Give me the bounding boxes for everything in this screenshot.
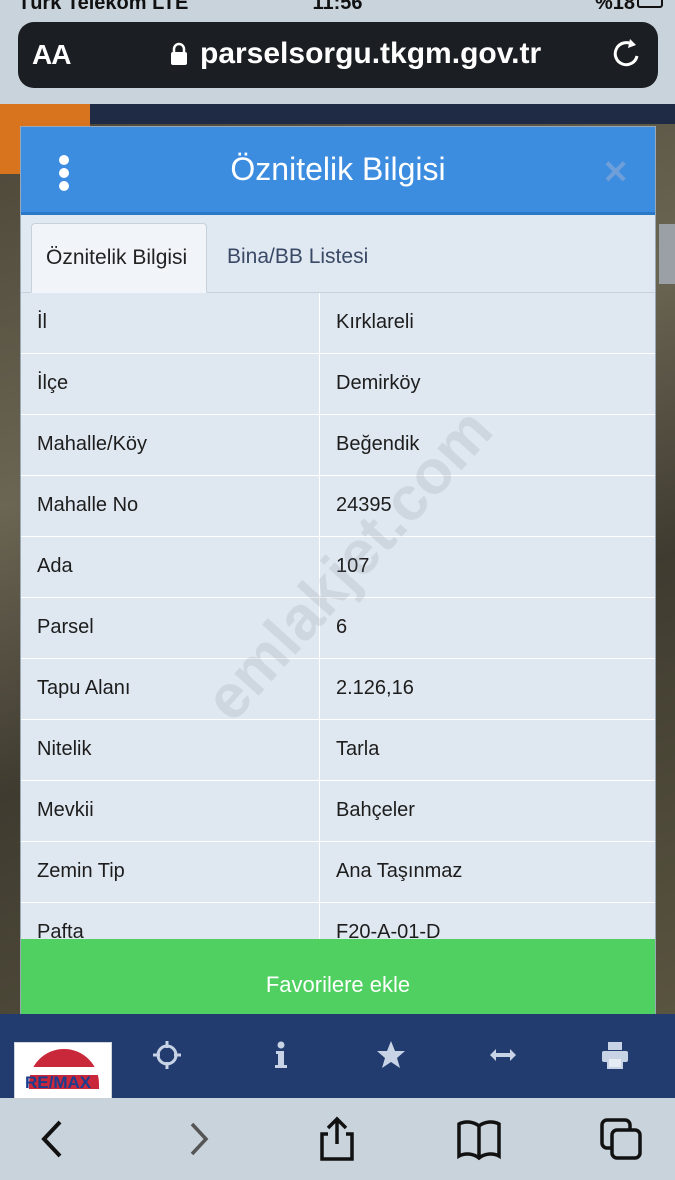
row-key: Mahalle/Köy [21,415,320,476]
table-row: Nitelik Tarla [21,720,655,781]
star-icon[interactable] [376,1040,406,1070]
clock: 11:56 [312,0,363,14]
row-value: 2.126,16 [336,677,414,699]
table-row: Zemin Tip Ana Taşınmaz [21,842,655,903]
tab-attribute-info[interactable]: Öznitelik Bilgisi [31,223,207,293]
modal-tabs: Öznitelik Bilgisi Bina/BB Listesi [21,215,655,293]
forward-icon[interactable] [176,1116,222,1162]
table-row: Tapu Alanı 2.126,16 [21,659,655,720]
row-value: Kırklareli [336,311,414,333]
browser-toolbar [0,1098,675,1180]
row-key: Nitelik [21,720,320,781]
battery-icon [637,0,663,8]
lock-icon [171,42,187,65]
attribute-modal: Öznitelik Bilgisi ✕ Öznitelik Bilgisi Bi… [20,126,656,1028]
table-row: Mahalle/Köy Beğendik [21,415,655,476]
status-bar: Türk Telekom LTE 11:56 %18 [0,0,675,18]
row-value: Bahçeler [336,799,415,821]
logo-text: RE/MAX [25,1073,92,1092]
row-value: 6 [336,616,348,638]
table-row: İlçe Demirköy [21,354,655,415]
row-value: Demirköy [336,372,421,394]
measure-icon[interactable] [488,1040,518,1070]
row-key: Mahalle No [21,476,320,537]
row-value: Ana Taşınmaz [336,860,463,882]
tabs-icon[interactable] [598,1116,644,1162]
back-icon[interactable] [30,1116,76,1162]
url-text[interactable]: parselsorgu.tkgm.gov.tr [200,37,541,71]
modal-title: Öznitelik Bilgisi [230,151,446,187]
reload-icon[interactable] [610,36,644,72]
crosshair-icon[interactable] [152,1040,182,1070]
close-icon[interactable]: ✕ [602,153,629,191]
page-scrollbar[interactable] [659,224,675,284]
row-value: Tarla [336,738,380,760]
row-key: Ada [21,537,320,598]
print-icon[interactable] [600,1040,630,1070]
table-row: İl Kırklareli [21,293,655,354]
share-icon[interactable] [314,1116,360,1162]
row-key: İl [21,293,320,354]
map-top-strip [90,104,675,124]
row-key: İlçe [21,354,320,415]
modal-header: Öznitelik Bilgisi ✕ [21,127,655,215]
row-key: Mevkii [21,781,320,842]
table-row: Mevkii Bahçeler [21,781,655,842]
bookmarks-icon[interactable] [456,1116,502,1162]
text-size-button[interactable]: AA [32,39,71,71]
row-key: Zemin Tip [21,842,320,903]
tab-building-list[interactable]: Bina/BB Listesi [213,223,382,293]
battery-level: %18 [594,0,635,14]
address-bar[interactable]: AA parselsorgu.tkgm.gov.tr [18,22,658,88]
info-icon[interactable] [266,1040,296,1070]
